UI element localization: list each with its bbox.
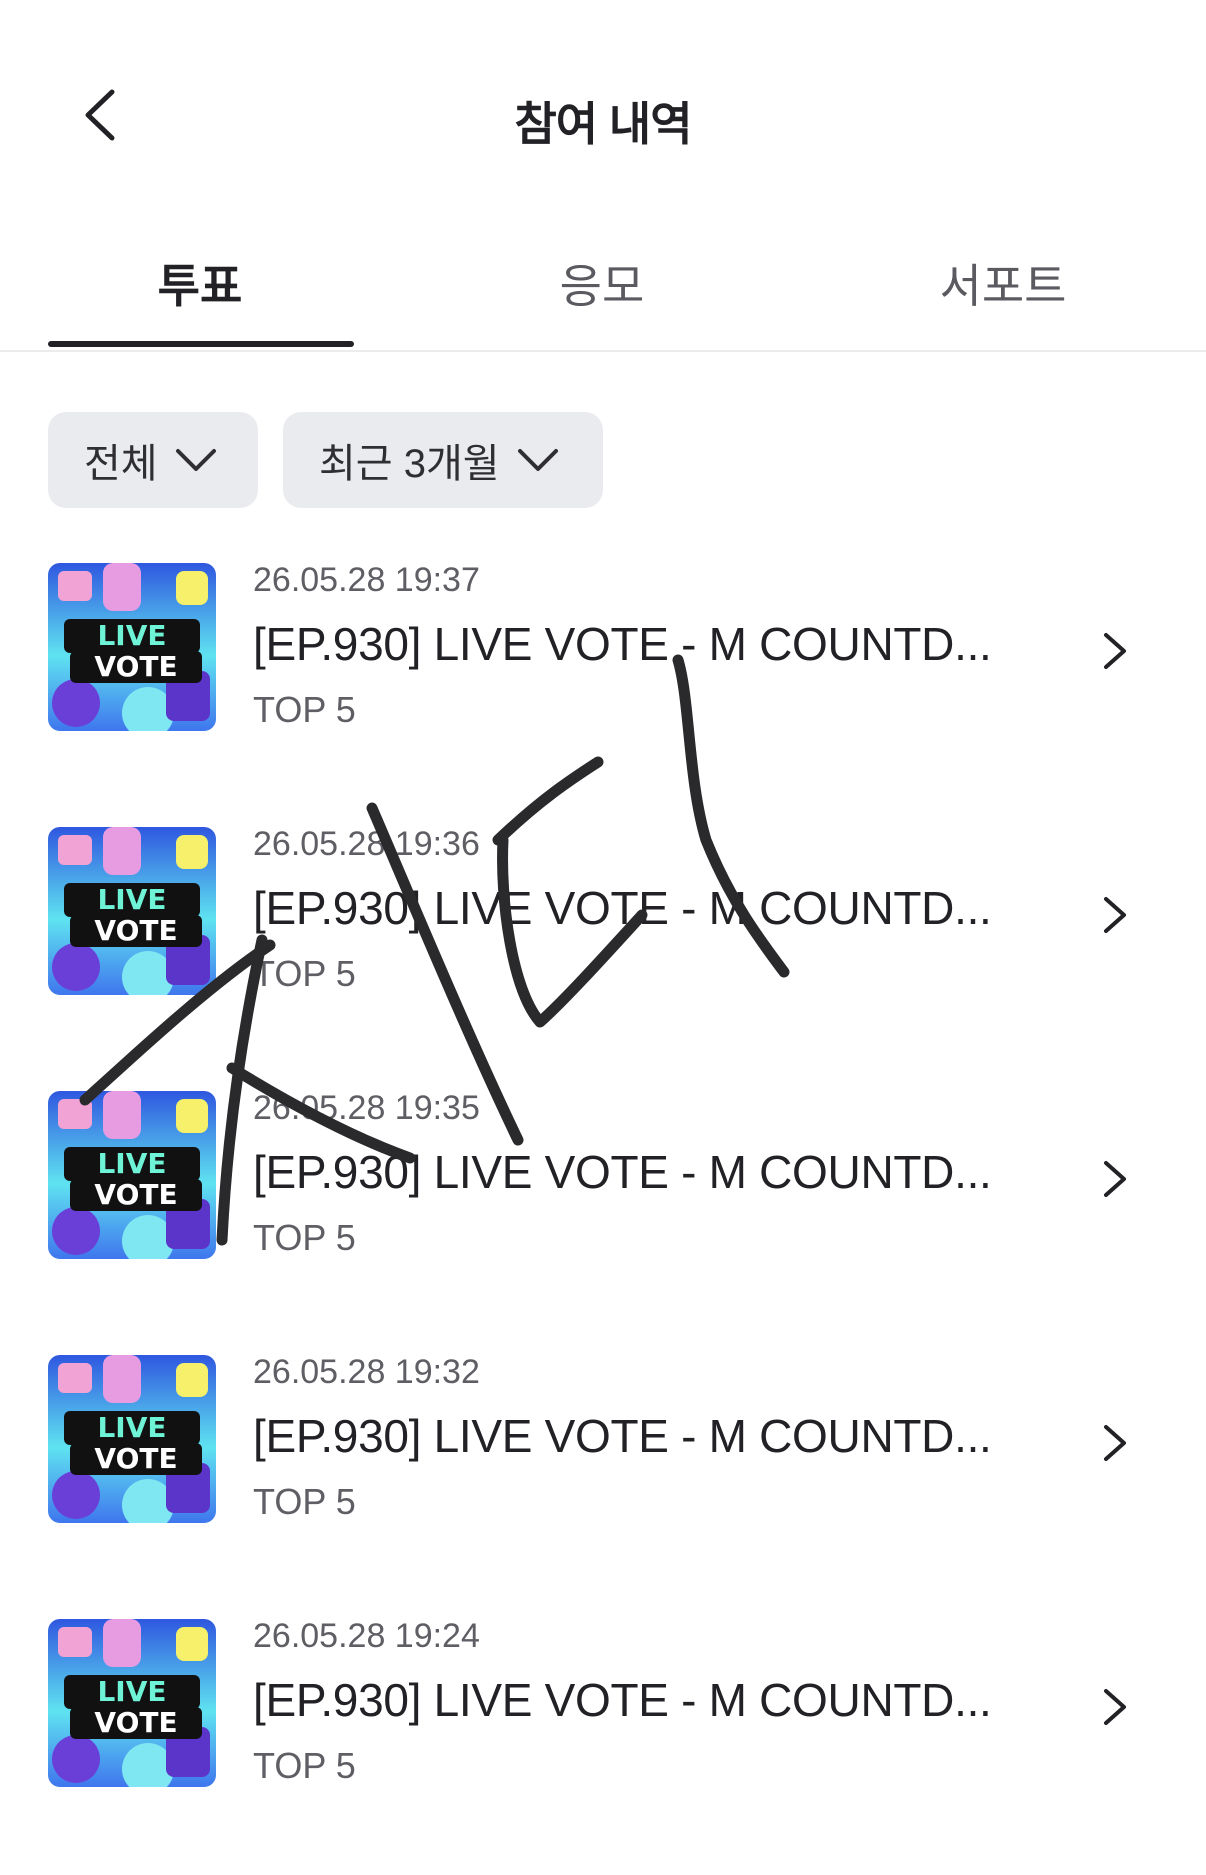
item-date: 26.05.28 19:35 — [253, 1089, 480, 1127]
svg-text:VOTE: VOTE — [94, 1706, 177, 1739]
tab-vote[interactable]: 투표 — [0, 250, 400, 316]
item-date: 26.05.28 19:37 — [253, 561, 480, 599]
chevron-right-icon — [1104, 897, 1126, 933]
item-date: 26.05.28 19:36 — [253, 825, 480, 863]
chevron-right-icon — [1104, 1161, 1126, 1197]
item-title: [EP.930] LIVE VOTE - M COUNTD... — [253, 1146, 992, 1198]
list-item[interactable]: LIVE VOTE 26.05.28 19:36 [EP.930] LIVE V… — [0, 819, 1206, 1083]
live-vote-thumbnail: LIVE VOTE — [48, 563, 216, 731]
chevron-down-icon — [517, 449, 558, 471]
item-subtitle: TOP 5 — [253, 953, 356, 994]
tab-support[interactable]: 서포트 — [803, 250, 1203, 316]
chevron-right-icon — [1104, 633, 1126, 669]
item-date: 26.05.28 19:24 — [253, 1617, 480, 1655]
svg-text:VOTE: VOTE — [94, 914, 177, 947]
list-item[interactable]: LIVE VOTE 26.05.28 19:32 [EP.930] LIVE V… — [0, 1347, 1206, 1611]
live-vote-thumbnail: LIVE VOTE — [48, 1619, 216, 1787]
item-title: [EP.930] LIVE VOTE - M COUNTD... — [253, 882, 992, 934]
item-subtitle: TOP 5 — [253, 1745, 356, 1786]
tab-bar: 투표 응모 서포트 — [0, 230, 1206, 352]
item-subtitle: TOP 5 — [253, 1481, 356, 1522]
chevron-right-icon — [1104, 1689, 1126, 1725]
period-filter-dropdown[interactable]: 최근 3개월 — [283, 412, 603, 508]
item-subtitle: TOP 5 — [253, 1217, 356, 1258]
svg-text:LIVE: LIVE — [97, 1411, 166, 1444]
chevron-right-icon — [1104, 1425, 1126, 1461]
svg-text:LIVE: LIVE — [97, 883, 166, 916]
header: 참여 내역 — [0, 0, 1206, 220]
live-vote-thumbnail: LIVE VOTE — [48, 1091, 216, 1259]
svg-text:LIVE: LIVE — [97, 619, 166, 652]
live-vote-thumbnail: LIVE VOTE — [48, 827, 216, 995]
svg-text:VOTE: VOTE — [94, 650, 177, 683]
item-subtitle: TOP 5 — [253, 689, 356, 730]
list-item[interactable]: LIVE VOTE 26.05.28 19:37 [EP.930] LIVE V… — [0, 555, 1206, 819]
live-vote-thumbnail: LIVE VOTE — [48, 1355, 216, 1523]
active-tab-indicator — [48, 341, 354, 347]
category-filter-dropdown[interactable]: 전체 — [48, 412, 258, 508]
category-filter-label: 전체 — [84, 442, 158, 486]
svg-text:LIVE: LIVE — [97, 1675, 166, 1708]
list-item[interactable]: LIVE VOTE 26.05.28 19:35 [EP.930] LIVE V… — [0, 1083, 1206, 1347]
tab-entry[interactable]: 응모 — [402, 250, 802, 316]
period-filter-label: 최근 3개월 — [319, 442, 500, 486]
item-title: [EP.930] LIVE VOTE - M COUNTD... — [253, 1410, 992, 1462]
item-title: [EP.930] LIVE VOTE - M COUNTD... — [253, 618, 992, 670]
item-title: [EP.930] LIVE VOTE - M COUNTD... — [253, 1674, 992, 1726]
list-item[interactable]: LIVE VOTE 26.05.28 19:24 [EP.930] LIVE V… — [0, 1611, 1206, 1875]
chevron-down-icon — [175, 449, 216, 471]
svg-text:LIVE: LIVE — [97, 1147, 166, 1180]
vote-history-list: LIVE VOTE 26.05.28 19:37 [EP.930] LIVE V… — [0, 555, 1206, 1875]
svg-text:VOTE: VOTE — [94, 1178, 177, 1211]
item-date: 26.05.28 19:32 — [253, 1353, 480, 1391]
svg-text:VOTE: VOTE — [94, 1442, 177, 1475]
page-title: 참여 내역 — [514, 98, 692, 150]
